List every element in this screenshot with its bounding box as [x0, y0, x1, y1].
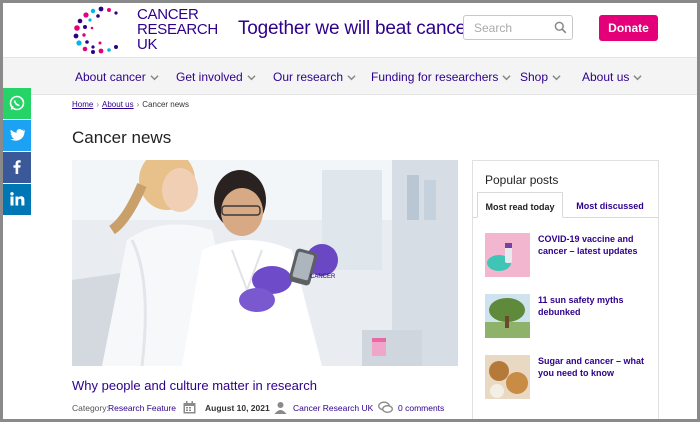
nav-label: Funding for researchers	[371, 70, 499, 84]
breadcrumb-home-link[interactable]: Home	[72, 100, 93, 109]
browser-page: CANCER RESEARCH UK Together we will beat…	[3, 3, 697, 419]
breadcrumb: Home › About us › Cancer news	[72, 100, 189, 109]
page-title: Cancer news	[72, 128, 172, 147]
nav-label: Our research	[273, 70, 344, 84]
post-thumbnail[interactable]	[485, 355, 530, 399]
chevron-down-icon	[347, 75, 356, 81]
chevron-down-icon	[552, 75, 561, 81]
category-link[interactable]: Research Feature	[108, 403, 176, 413]
article-title-link[interactable]: Why people and culture matter in researc…	[72, 378, 317, 393]
tab-most-read-today[interactable]: Most read today	[477, 192, 563, 218]
share-facebook-button[interactable]	[3, 152, 31, 183]
twitter-icon	[10, 129, 25, 141]
logo-line: RESEARCH	[137, 21, 218, 38]
author-link[interactable]: Cancer Research UK	[293, 403, 373, 413]
popular-post-item[interactable]: 11 sun safety myths debunked	[485, 294, 650, 340]
chevron-down-icon	[502, 75, 512, 81]
svg-text:CANCER: CANCER	[310, 274, 336, 280]
nav-item-about-us[interactable]: About us	[582, 70, 642, 84]
nav-label: Get involved	[176, 70, 243, 84]
share-twitter-button[interactable]	[3, 120, 31, 151]
category-label: Category:	[72, 403, 109, 413]
nav-label: Shop	[520, 70, 549, 84]
post-title-link[interactable]: COVID-19 vaccine and cancer – latest upd…	[538, 233, 650, 257]
search-box	[463, 15, 573, 40]
logo-wordmark[interactable]: CANCER RESEARCH UK	[137, 7, 218, 52]
search-icon[interactable]	[554, 21, 567, 34]
calendar-icon	[183, 401, 196, 414]
share-whatsapp-button[interactable]	[3, 88, 31, 119]
nav-item-shop[interactable]: Shop	[520, 70, 561, 84]
popular-post-item[interactable]: COVID-19 vaccine and cancer – latest upd…	[485, 233, 650, 279]
popular-tabs: Most read today Most discussed	[473, 192, 658, 218]
nav-item-get-involved[interactable]: Get involved	[176, 70, 256, 84]
site-header: CANCER RESEARCH UK Together we will beat…	[3, 3, 697, 57]
chevron-down-icon	[150, 75, 159, 81]
nav-label: About us	[582, 70, 630, 84]
chevron-down-icon	[633, 75, 642, 81]
article-hero-image[interactable]: CANCER	[72, 160, 458, 366]
breadcrumb-separator: ›	[136, 100, 140, 109]
comments-icon	[378, 401, 393, 413]
popular-posts-title: Popular posts	[485, 173, 559, 187]
logo-dots-icon[interactable]	[71, 5, 129, 55]
sunny-park-image	[485, 294, 530, 338]
breadcrumb-separator: ›	[96, 100, 100, 109]
main-nav: About cancer Get involved Our research F…	[3, 57, 697, 95]
post-thumbnail[interactable]	[485, 233, 530, 277]
nav-item-about-cancer[interactable]: About cancer	[75, 70, 159, 84]
user-icon	[274, 402, 287, 414]
tagline: Together we will beat cancer	[238, 18, 473, 39]
breadcrumb-current: Cancer news	[142, 100, 189, 109]
post-thumbnail[interactable]	[485, 294, 530, 338]
lab-scientists-image: CANCER	[72, 160, 458, 366]
article-date: August 10, 2021	[205, 403, 270, 413]
linkedin-icon	[10, 192, 25, 206]
comments-link[interactable]: 0 comments	[398, 403, 444, 413]
sugar-food-image	[485, 355, 530, 399]
nav-label: About cancer	[75, 70, 146, 84]
chevron-down-icon	[247, 75, 256, 81]
tab-most-discussed[interactable]: Most discussed	[565, 192, 655, 218]
whatsapp-icon	[9, 95, 25, 111]
donate-button[interactable]: Donate	[599, 15, 658, 41]
facebook-icon	[13, 160, 21, 174]
popular-post-item[interactable]: Sugar and cancer – what you need to know	[485, 355, 650, 401]
logo-line: UK	[137, 36, 158, 53]
share-linkedin-button[interactable]	[3, 184, 31, 215]
breadcrumb-about-link[interactable]: About us	[102, 100, 134, 109]
nav-item-funding[interactable]: Funding for researchers	[371, 70, 512, 84]
search-input[interactable]	[464, 16, 552, 39]
nav-item-our-research[interactable]: Our research	[273, 70, 356, 84]
logo-line: CANCER	[137, 6, 199, 23]
post-title-link[interactable]: 11 sun safety myths debunked	[538, 294, 650, 318]
post-title-link[interactable]: Sugar and cancer – what you need to know	[538, 355, 650, 379]
vaccine-image	[485, 233, 530, 277]
popular-posts-widget: Popular posts Most read today Most discu…	[472, 160, 659, 419]
